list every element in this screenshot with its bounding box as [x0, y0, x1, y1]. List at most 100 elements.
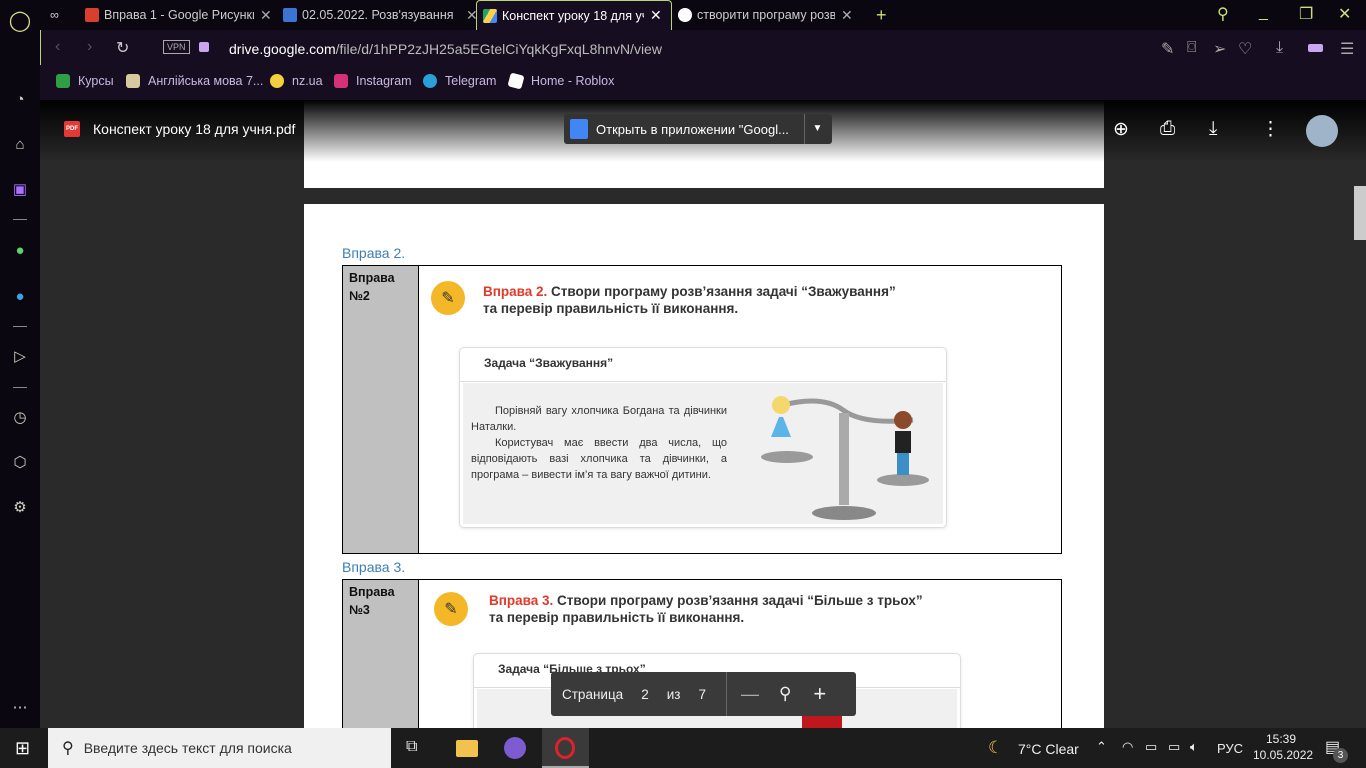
exercise-title: Вправа 2. Створи програму розв’язання за…: [483, 284, 896, 316]
tray-chevron-icon[interactable]: ⌃: [1096, 739, 1107, 755]
close-window-button[interactable]: ✕: [1338, 4, 1351, 24]
tab-active[interactable]: Конспект уроку 18 для учня✕: [476, 0, 672, 30]
bookmark[interactable]: Telegram: [423, 74, 496, 88]
roblox-icon: [507, 72, 525, 90]
close-tab-icon[interactable]: ✕: [260, 7, 272, 24]
volume-icon[interactable]: 🔈︎: [1190, 739, 1198, 755]
workspaces-icon[interactable]: ∞: [50, 0, 70, 30]
notification-count: 3: [1333, 748, 1348, 763]
shopping-icon[interactable]: ⌂: [8, 132, 32, 156]
telegram-icon: [423, 74, 437, 88]
download-icon[interactable]: ⤓: [1209, 118, 1217, 140]
google-icon: [678, 8, 692, 22]
bookmark-icon: [56, 74, 70, 88]
bookmark[interactable]: Курсы: [56, 74, 114, 88]
exercise-title: Вправа 3. Створи програму розв’язання за…: [489, 593, 923, 625]
address-bar: ‹ › ↻ VPN drive.google.com/file/d/1hPP2z…: [40, 30, 1366, 65]
opera-logo-icon[interactable]: ◯: [8, 8, 32, 32]
pencil-icon: ✎: [431, 281, 465, 315]
whatsapp-icon[interactable]: ●: [8, 238, 32, 262]
open-with-dropdown-icon[interactable]: ▼: [804, 114, 830, 144]
pdf-icon: PDF: [64, 121, 80, 137]
zoom-out-button[interactable]: —: [741, 684, 759, 705]
more-icon[interactable]: ⋯: [8, 695, 32, 719]
camera-icon[interactable]: ▭: [1145, 739, 1157, 755]
scrollbar-thumb[interactable]: [1354, 186, 1366, 240]
open-with-button[interactable]: Открыть в приложении "Googl... ▼: [564, 114, 832, 144]
weather[interactable]: 7°C Clear: [1018, 741, 1079, 757]
file-explorer-icon[interactable]: [456, 740, 478, 757]
new-tab-button[interactable]: +: [876, 0, 887, 30]
send-icon[interactable]: ➢: [1213, 39, 1226, 59]
telegram-icon[interactable]: ●: [8, 284, 32, 308]
zoom-in-button[interactable]: +: [813, 681, 826, 707]
back-button[interactable]: ‹: [55, 38, 60, 56]
heart-icon[interactable]: ♡: [1238, 39, 1252, 59]
scales-illustration: [761, 396, 929, 520]
task-card: Задача “Зважування” Порівняй вагу хлопчи…: [459, 347, 947, 528]
viber-icon[interactable]: [504, 737, 526, 759]
vpn-badge[interactable]: VPN: [163, 40, 190, 54]
bulb-icon: [270, 74, 284, 88]
exercise-cell: Вправа №3: [343, 580, 419, 728]
task-view-icon[interactable]: ⧉: [406, 738, 417, 756]
language-indicator[interactable]: РУС: [1217, 741, 1243, 756]
battery-saver-icon[interactable]: [1308, 44, 1323, 52]
speed-dial-icon[interactable]: ◔: [8, 87, 32, 111]
forward-button[interactable]: ›: [87, 38, 92, 56]
tab[interactable]: створити програму розв'язання✕: [678, 0, 853, 30]
extensions-icon[interactable]: ⬡: [8, 450, 32, 474]
more-actions-icon[interactable]: ⋮: [1261, 118, 1280, 141]
close-tab-icon[interactable]: ✕: [650, 7, 662, 24]
close-tab-icon[interactable]: ✕: [841, 7, 853, 24]
avatar[interactable]: [1306, 115, 1338, 147]
history-icon[interactable]: ◷: [8, 405, 32, 429]
minimize-button[interactable]: _: [1259, 4, 1268, 22]
wifi-icon[interactable]: ◠: [1122, 739, 1133, 755]
player-icon[interactable]: ▷: [8, 344, 32, 368]
zoom-icon: ⚲: [778, 684, 792, 703]
divider: [725, 672, 727, 716]
easy-setup-icon[interactable]: ☰: [1340, 39, 1354, 59]
section-label: Вправа 3.: [342, 559, 406, 575]
start-button[interactable]: ⊞: [15, 738, 30, 759]
instagram-icon: [334, 74, 348, 88]
bookmark[interactable]: Home - Roblox: [507, 72, 614, 90]
settings-icon[interactable]: ⚙: [8, 495, 32, 519]
exercise-table: Вправа №2 ✎ Вправа 2. Створи програму ро…: [342, 265, 1062, 554]
lock-icon[interactable]: [199, 42, 209, 52]
search-tabs-icon[interactable]: ⚲: [1217, 4, 1229, 24]
bookmark[interactable]: Англійська мова 7...: [126, 74, 263, 88]
bookmark[interactable]: Instagram: [334, 74, 412, 88]
add-to-drive-icon[interactable]: ⊕: [1113, 118, 1129, 141]
tab[interactable]: Вправа 1 - Google Рисунки ✕: [85, 0, 272, 30]
battery-icon[interactable]: ▭: [1168, 739, 1180, 755]
clock-date[interactable]: 10.05.2022: [1253, 748, 1313, 762]
twitch-icon[interactable]: ▣: [8, 177, 32, 201]
drive-icon: [483, 8, 497, 23]
page-number[interactable]: 2: [641, 687, 649, 702]
task-text: Порівняй вагу хлопчика Богдана та дівчин…: [471, 405, 727, 481]
taskbar: ⊞ ⚲ Введите здесь текст для поиска ⧉ ☾ 7…: [0, 728, 1366, 768]
search-box[interactable]: ⚲ Введите здесь текст для поиска: [48, 728, 391, 768]
divider: [13, 219, 27, 220]
exercise-cell: Вправа №2: [343, 266, 419, 553]
url-field[interactable]: drive.google.com/file/d/1hPP2zJH25a5EGte…: [229, 41, 662, 57]
download-icon[interactable]: ⤓: [1276, 39, 1283, 57]
pencil-icon: ✎: [434, 592, 468, 626]
opera-icon: [555, 737, 575, 759]
file-name: Конспект уроку 18 для учня.pdf: [93, 121, 296, 137]
reload-button[interactable]: ↻: [116, 38, 129, 58]
print-icon[interactable]: ⎙: [1160, 118, 1175, 140]
card-title: Задача “Зважування”: [460, 348, 946, 382]
opera-sidebar: ◯ ◔ ⌂ ▣ ● ● ▷ ◷ ⬡ ⚙ ⋯: [0, 0, 40, 728]
camera-icon[interactable]: ⌼: [1187, 39, 1197, 57]
restore-button[interactable]: ❐: [1299, 4, 1313, 24]
tab[interactable]: 02.05.2022. Розв'язування ✕: [283, 0, 478, 30]
bookmark[interactable]: nz.ua: [270, 74, 323, 88]
edit-icon[interactable]: ✎: [1161, 39, 1174, 59]
pdf-page-2: Вправа 2. Вправа №2 ✎ Вправа 2. Створи п…: [304, 204, 1104, 728]
clock-time[interactable]: 15:39: [1266, 732, 1296, 746]
moon-icon: ☾: [988, 738, 1004, 757]
opera-taskbar-button[interactable]: [542, 728, 589, 768]
